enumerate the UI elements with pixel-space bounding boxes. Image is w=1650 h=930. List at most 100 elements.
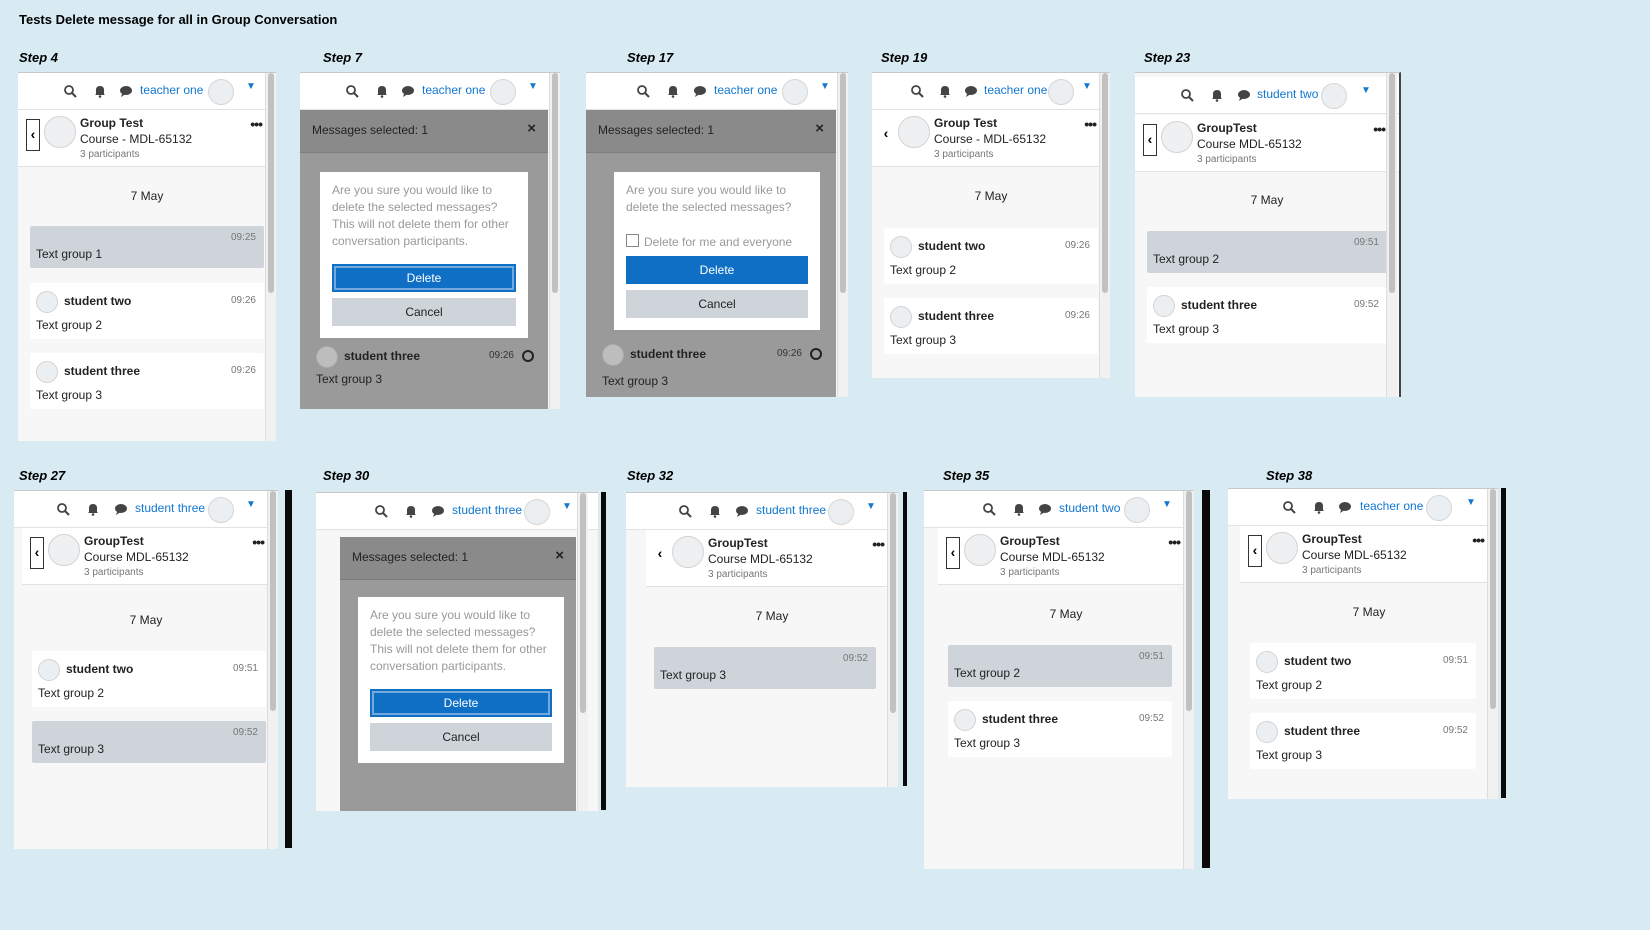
back-icon[interactable]: ‹ [654,539,666,569]
user-menu-name[interactable]: student three [135,501,205,515]
search-icon[interactable] [678,504,692,518]
chevron-down-icon[interactable]: ▼ [1082,81,1092,92]
close-icon[interactable]: × [555,547,564,564]
back-icon[interactable]: ‹ [1143,124,1157,156]
select-circle-icon[interactable] [810,348,822,360]
more-options-icon[interactable]: ••• [250,116,263,132]
user-menu-name[interactable]: student three [756,503,826,517]
search-icon[interactable] [1180,88,1194,102]
cancel-button[interactable]: Cancel [332,298,516,326]
search-icon[interactable] [374,504,388,518]
chat-icon[interactable] [1338,500,1352,514]
scrollbar[interactable] [1487,489,1498,799]
scrollbar[interactable] [267,491,278,849]
scrollbar-thumb[interactable] [580,493,586,713]
scrollbar-thumb[interactable] [840,73,846,293]
bell-icon[interactable] [938,84,952,98]
scrollbar[interactable] [887,493,898,787]
chevron-down-icon[interactable]: ▼ [820,81,830,92]
message-item[interactable]: student two 09:51 Text group 2 [32,651,266,707]
close-icon[interactable]: × [815,120,824,137]
participant-count[interactable]: 3 participants [934,149,993,160]
delete-button[interactable]: Delete [626,256,808,284]
chevron-down-icon[interactable]: ▼ [246,499,256,510]
user-menu-name[interactable]: student two [1059,501,1120,515]
user-menu-name[interactable]: student three [452,503,522,517]
message-item[interactable]: student three 09:52 Text group 3 [1250,713,1476,769]
chat-icon[interactable] [401,84,415,98]
search-icon[interactable] [982,502,996,516]
more-options-icon[interactable]: ••• [1168,534,1181,550]
message-item[interactable]: student two 09:26 Text group 2 [884,228,1098,284]
message-item[interactable]: 09:51 Text group 2 [948,645,1172,687]
scrollbar-thumb[interactable] [552,73,558,293]
chat-icon[interactable] [1038,502,1052,516]
message-item[interactable]: student two 09:51 Text group 2 [1250,643,1476,699]
message-item[interactable]: 09:52 Text group 3 [32,721,266,763]
chat-icon[interactable] [114,502,128,516]
bell-icon[interactable] [375,84,389,98]
select-circle-icon[interactable] [522,350,534,362]
user-avatar[interactable] [782,79,808,105]
participant-count[interactable]: 3 participants [1302,565,1361,576]
scrollbar[interactable] [549,73,560,409]
more-options-icon[interactable]: ••• [1084,116,1097,132]
search-icon[interactable] [56,502,70,516]
back-icon[interactable]: ‹ [946,537,960,569]
close-icon[interactable]: × [527,120,536,137]
cancel-button[interactable]: Cancel [626,290,808,318]
message-item[interactable]: 09:52 Text group 3 [654,647,876,689]
search-icon[interactable] [345,84,359,98]
user-menu-name[interactable]: teacher one [984,83,1047,97]
back-icon[interactable]: ‹ [26,119,40,151]
bell-icon[interactable] [1312,500,1326,514]
message-item[interactable]: student three 09:26 Text group 3 [30,353,264,409]
scrollbar[interactable] [1099,73,1110,378]
user-menu-name[interactable]: teacher one [140,83,203,97]
scrollbar-thumb[interactable] [1186,491,1192,711]
user-avatar[interactable] [208,497,234,523]
chat-icon[interactable] [693,84,707,98]
delete-button[interactable]: Delete [332,264,516,292]
chat-icon[interactable] [431,504,445,518]
more-options-icon[interactable]: ••• [252,534,265,550]
scrollbar-thumb[interactable] [1102,73,1108,293]
message-item[interactable]: student three 09:52 Text group 3 [948,701,1172,757]
user-avatar[interactable] [490,79,516,105]
message-item[interactable]: student three 09:26 Text group 3 [596,336,828,397]
user-menu-name[interactable]: teacher one [422,83,485,97]
participant-count[interactable]: 3 participants [80,149,139,160]
chat-icon[interactable] [964,84,978,98]
participant-count[interactable]: 3 participants [1197,154,1256,165]
participant-count[interactable]: 3 participants [1000,567,1059,578]
scrollbar-thumb[interactable] [268,73,274,293]
bell-icon[interactable] [1210,88,1224,102]
chevron-down-icon[interactable]: ▼ [528,81,538,92]
user-avatar[interactable] [524,499,550,525]
scrollbar-thumb[interactable] [1490,489,1496,709]
bell-icon[interactable] [708,504,722,518]
user-avatar[interactable] [828,499,854,525]
participant-count[interactable]: 3 participants [84,567,143,578]
chevron-down-icon[interactable]: ▼ [1361,85,1371,96]
chevron-down-icon[interactable]: ▼ [562,501,572,512]
more-options-icon[interactable]: ••• [1373,121,1386,137]
chevron-down-icon[interactable]: ▼ [866,501,876,512]
chat-icon[interactable] [119,84,133,98]
bell-icon[interactable] [1012,502,1026,516]
scrollbar[interactable] [1183,491,1194,869]
message-item[interactable]: student three 09:26 Text group 3 [310,338,540,408]
scrollbar-thumb[interactable] [890,493,896,713]
bell-icon[interactable] [404,504,418,518]
checkbox[interactable] [626,234,639,247]
search-icon[interactable] [63,84,77,98]
user-menu-name[interactable]: teacher one [714,83,777,97]
message-item[interactable]: student two 09:26 Text group 2 [30,283,264,339]
chevron-down-icon[interactable]: ▼ [1162,499,1172,510]
user-menu-name[interactable]: student two [1257,87,1318,101]
bell-icon[interactable] [666,84,680,98]
back-icon[interactable]: ‹ [1248,535,1262,567]
message-item[interactable]: student three 09:26 Text group 3 [884,298,1098,354]
scrollbar-thumb[interactable] [270,491,276,711]
search-icon[interactable] [910,84,924,98]
